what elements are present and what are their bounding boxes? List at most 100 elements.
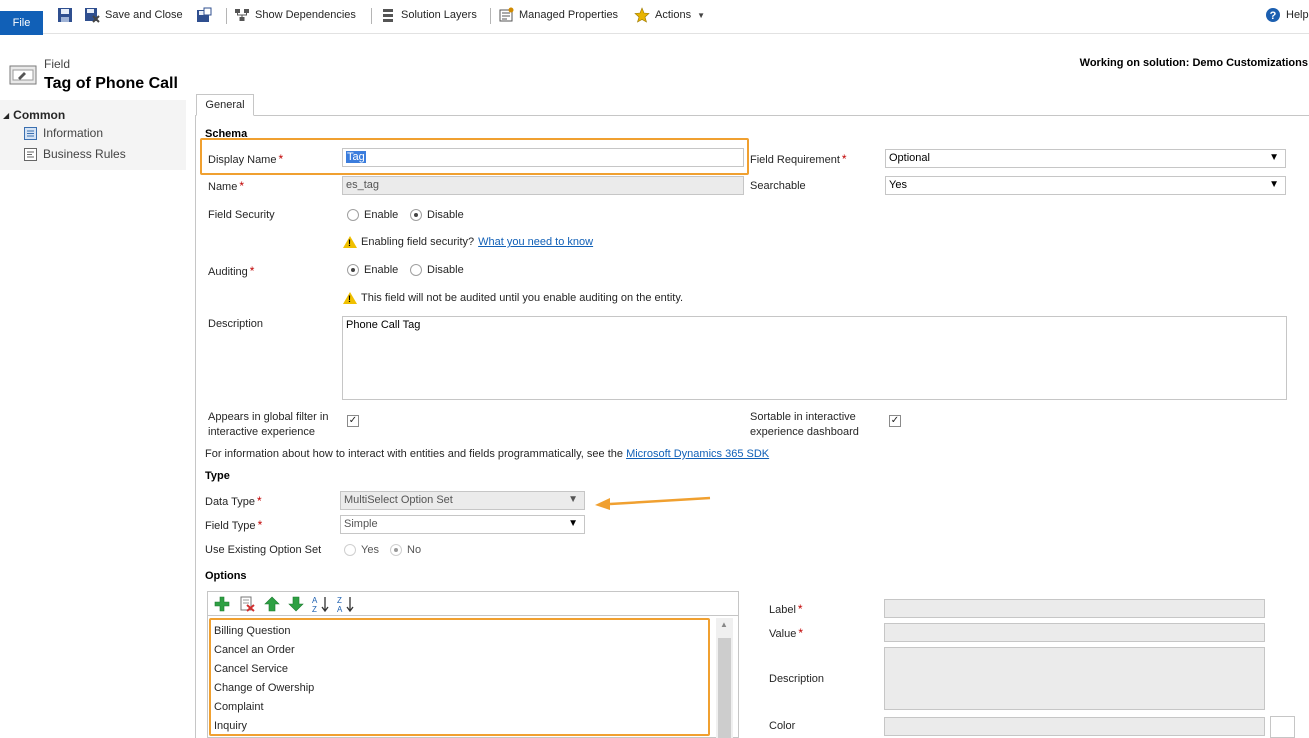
actions-menu[interactable]: Actions ▼ [634, 5, 705, 25]
sort-ascending-icon[interactable]: AZ [312, 595, 330, 616]
required-marker: * [798, 626, 803, 640]
required-marker: * [256, 494, 262, 508]
save-close-label: Save and Close [105, 9, 183, 21]
help-menu[interactable]: ? Help [1265, 5, 1309, 25]
radio-icon [390, 544, 402, 556]
solution-indicator: Working on solution: Demo Customizations [1079, 57, 1308, 69]
save-as-button[interactable] [196, 5, 212, 25]
solution-layers-label: Solution Layers [401, 9, 477, 21]
option-description-textarea[interactable] [884, 647, 1265, 710]
sdk-link[interactable]: Microsoft Dynamics 365 SDK [626, 448, 769, 460]
auditing-label: Auditing * [208, 264, 255, 278]
business-rules-icon [24, 147, 37, 161]
delete-option-icon[interactable] [239, 596, 255, 615]
warning-icon: ! [343, 292, 357, 304]
managed-properties-label: Managed Properties [519, 9, 619, 21]
move-up-icon[interactable] [264, 596, 280, 615]
nav-item-label: Information [43, 126, 104, 140]
save-close-icon [84, 7, 100, 23]
description-textarea[interactable]: Phone Call Tag [342, 316, 1287, 400]
page-title: Tag of Phone Call [44, 75, 178, 92]
auditing-disable-radio[interactable]: Disable [410, 264, 464, 276]
actions-label: Actions [655, 9, 692, 21]
options-scrollbar[interactable]: ▲ [716, 618, 733, 738]
entity-kind: Field [44, 57, 71, 71]
option-label-input[interactable] [884, 599, 1265, 618]
type-section-title: Type [205, 470, 230, 482]
svg-text:?: ? [1270, 10, 1277, 22]
show-dependencies-button[interactable]: Show Dependencies [234, 5, 356, 25]
move-down-icon[interactable] [288, 596, 304, 615]
field-requirement-select[interactable]: Optional ▼ [885, 149, 1286, 168]
nav-section-common[interactable]: ◢ Common [3, 108, 65, 122]
scroll-up-icon[interactable]: ▲ [720, 620, 728, 629]
radio-label: No [407, 544, 422, 556]
warning-icon: ! [343, 236, 357, 248]
use-existing-no-radio[interactable]: No [390, 544, 421, 556]
color-swatch[interactable] [1270, 716, 1295, 738]
radio-icon [347, 264, 359, 276]
help-icon: ? [1265, 7, 1281, 23]
svg-text:Z: Z [337, 596, 342, 605]
add-option-icon[interactable] [214, 596, 230, 615]
data-type-select[interactable]: MultiSelect Option Set ▼ [340, 491, 585, 510]
nav-item-business-rules[interactable]: Business Rules [24, 147, 126, 161]
data-type-label: Data Type * [205, 494, 262, 508]
display-name-highlight [200, 138, 749, 175]
save-new-icon [196, 7, 212, 23]
field-security-help-link[interactable]: What you need to know [478, 236, 593, 248]
field-security-enable-radio[interactable]: Enable [347, 209, 398, 221]
searchable-value: Yes [889, 179, 907, 191]
save-button[interactable] [57, 5, 73, 25]
nav-section-label: Common [13, 108, 66, 122]
nav-item-label: Business Rules [43, 147, 126, 161]
searchable-label: Searchable [750, 180, 806, 192]
options-highlight [209, 618, 710, 736]
options-section-title: Options [205, 570, 247, 582]
dependencies-icon [234, 7, 250, 23]
scrollbar-thumb[interactable] [718, 638, 731, 738]
help-label: Help [1286, 9, 1309, 21]
toolbar-separator [371, 8, 372, 24]
global-filter-checkbox[interactable]: ✓ [347, 415, 359, 427]
sortable-checkbox[interactable]: ✓ [889, 415, 901, 427]
field-type-select[interactable]: Simple ▼ [340, 515, 585, 534]
radio-label: Disable [427, 209, 464, 221]
solution-layers-button[interactable]: Solution Layers [380, 5, 477, 25]
svg-text:Z: Z [312, 605, 317, 613]
tab-strip-line [196, 115, 1309, 116]
tab-general[interactable]: General [196, 94, 254, 116]
name-value: es_tag [346, 179, 380, 191]
auditing-enable-radio[interactable]: Enable [347, 264, 398, 276]
dropdown-arrow-icon: ▼ [568, 494, 578, 505]
required-marker: * [841, 152, 847, 166]
toolbar-separator [226, 8, 227, 24]
option-value-label: Value * [769, 626, 803, 640]
file-button[interactable]: File [0, 11, 43, 35]
warning-text: This field will not be audited until you… [361, 292, 684, 304]
global-filter-label: Appears in global filter in interactive e… [208, 411, 329, 438]
sortable-label: Sortable in interactive experience dashbo… [750, 411, 859, 438]
managed-properties-button[interactable]: Managed Properties [498, 5, 618, 25]
annotation-arrow [592, 490, 714, 515]
field-requirement-value: Optional [889, 152, 930, 164]
sdk-text: For information about how to interact wi… [205, 448, 623, 460]
field-security-disable-radio[interactable]: Disable [410, 209, 464, 221]
field-requirement-label: Field Requirement * [750, 152, 847, 166]
radio-icon [410, 264, 422, 276]
svg-text:A: A [337, 605, 343, 613]
searchable-select[interactable]: Yes ▼ [885, 176, 1286, 195]
use-existing-yes-radio[interactable]: Yes [344, 544, 379, 556]
radio-icon [344, 544, 356, 556]
chevron-down-icon: ▼ [697, 10, 705, 20]
nav-item-information[interactable]: Information [24, 126, 103, 140]
option-value-input[interactable] [884, 623, 1265, 642]
toolbar-separator [490, 8, 491, 24]
save-close-button[interactable]: Save and Close [84, 5, 183, 25]
description-value: Phone Call Tag [346, 319, 421, 331]
dropdown-arrow-icon: ▼ [1269, 179, 1279, 190]
layers-icon [380, 7, 396, 23]
field-type-label: Field Type * [205, 518, 263, 532]
option-color-input[interactable] [884, 717, 1265, 736]
sort-descending-icon[interactable]: ZA [337, 595, 355, 616]
